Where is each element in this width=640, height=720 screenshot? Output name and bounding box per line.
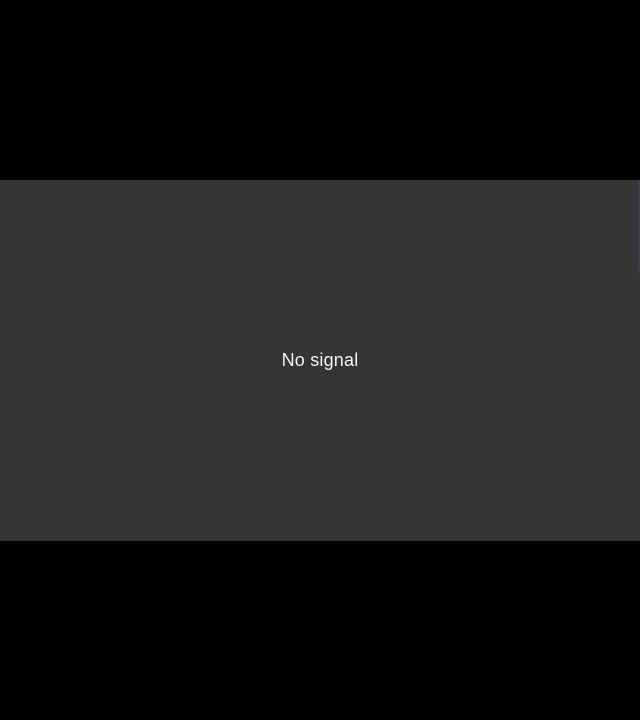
no-signal-message: No signal	[281, 350, 359, 370]
letterbox-bottom-bar	[0, 541, 640, 720]
video-viewer: No signal	[0, 0, 640, 720]
letterbox-top-bar	[0, 0, 640, 180]
video-panel[interactable]: No signal	[0, 180, 640, 541]
